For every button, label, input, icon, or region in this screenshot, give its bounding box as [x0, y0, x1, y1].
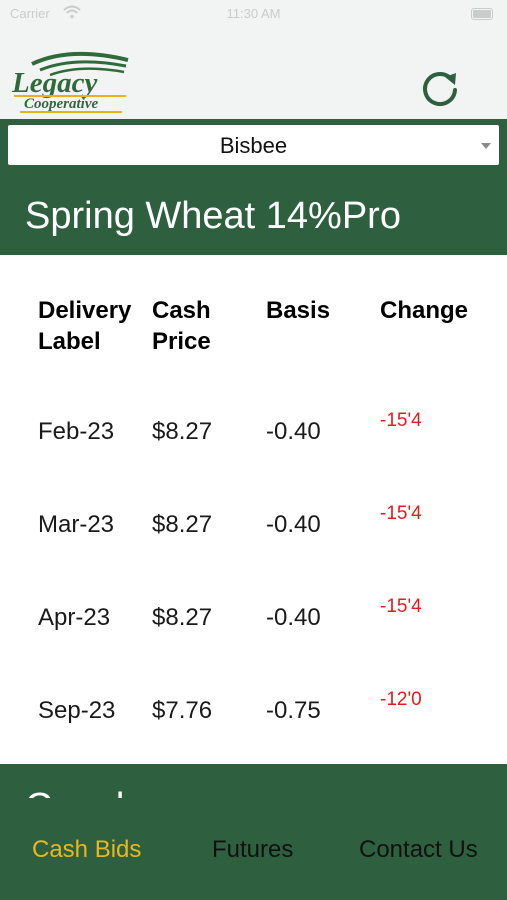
- refresh-icon[interactable]: [416, 64, 464, 112]
- battery-icon: [471, 8, 493, 20]
- header-change: Change: [380, 297, 469, 324]
- location-select-bar: Bisbee: [0, 119, 507, 170]
- change-cell: -15'4: [380, 410, 422, 431]
- cash-price-cell: $7.76: [152, 697, 213, 724]
- cash-price-cell: $8.27: [152, 418, 213, 445]
- legacy-cooperative-logo: Legacy Cooperative: [11, 51, 129, 113]
- delivery-label-cell: Sep-23: [38, 697, 116, 724]
- header-cash-price: Cash Price: [152, 297, 211, 355]
- basis-cell: -0.40: [266, 604, 321, 631]
- dropdown-caret-icon: [481, 143, 491, 149]
- change-cell: -12'0: [380, 689, 422, 710]
- table-row: Apr-23 $8.27 -0.40 -15'4: [0, 596, 507, 664]
- status-bar: Carrier 11:30 AM: [0, 0, 507, 30]
- table-row: Feb-23 $8.27 -0.40 -15'4: [0, 410, 507, 478]
- header-basis: Basis: [266, 297, 331, 324]
- app-header: Legacy Cooperative: [0, 30, 507, 119]
- delivery-label-cell: Feb-23: [38, 418, 115, 445]
- svg-text:Cooperative: Cooperative: [24, 96, 98, 112]
- change-cell: -15'4: [380, 503, 422, 524]
- basis-cell: -0.40: [266, 418, 321, 445]
- product-header: Spring Wheat 14%Pro: [0, 170, 507, 255]
- next-section-title: Canola: [25, 786, 146, 828]
- location-select-value: Bisbee: [219, 133, 288, 158]
- cash-price-cell: $8.27: [152, 511, 213, 538]
- basis-cell: -0.40: [266, 511, 321, 538]
- tab-cash-bids[interactable]: Cash Bids: [32, 836, 141, 864]
- tab-bar: Canola Cash Bids Futures Contact Us: [0, 764, 507, 900]
- cash-price-cell: $8.27: [152, 604, 213, 631]
- product-title: Spring Wheat 14%Pro: [25, 195, 401, 237]
- delivery-label-cell: Apr-23: [38, 604, 111, 631]
- table-row: Mar-23 $8.27 -0.40 -15'4: [0, 503, 507, 571]
- tab-contact-us[interactable]: Contact Us: [359, 836, 478, 864]
- delivery-label-cell: Mar-23: [38, 511, 115, 538]
- header-delivery-label: Delivery Label: [38, 297, 132, 355]
- cash-bids-table: Delivery Label Cash Price Basis Change Feb…: [0, 255, 507, 764]
- svg-text:Legacy: Legacy: [11, 67, 97, 99]
- status-time: 11:30 AM: [226, 6, 281, 21]
- tab-futures[interactable]: Futures: [212, 836, 293, 864]
- change-cell: -15'4: [380, 596, 422, 617]
- basis-cell: -0.75: [266, 697, 321, 724]
- location-select[interactable]: Bisbee: [8, 125, 499, 165]
- table-row: Sep-23 $7.76 -0.75 -12'0: [0, 689, 507, 757]
